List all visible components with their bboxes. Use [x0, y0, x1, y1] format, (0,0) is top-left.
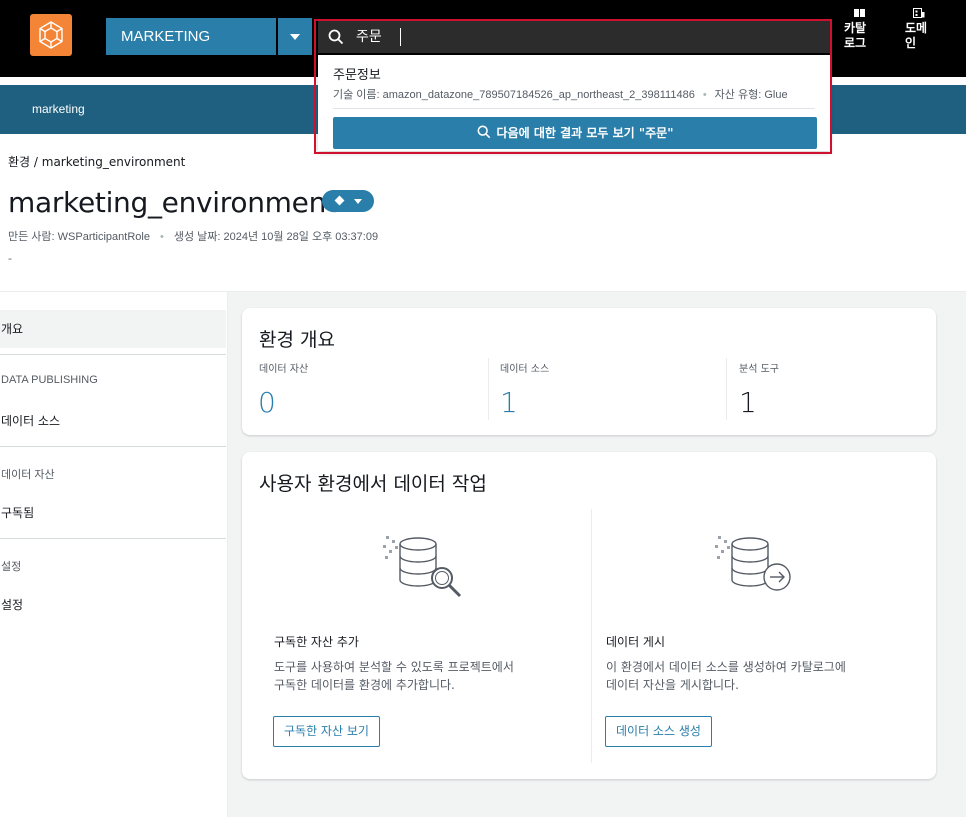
sidebar-item-settings[interactable]: 설정 — [0, 596, 226, 613]
page-description: - — [8, 252, 12, 265]
stat-divider — [488, 358, 489, 420]
sidebar: 개요 DATA PUBLISHING 데이터 소스 데이터 자산 구독됨 설정 … — [0, 292, 228, 817]
app-logo-icon-graphic — [39, 21, 63, 49]
sidebar-item-data-sources[interactable]: 데이터 소스 — [0, 412, 226, 429]
desc-line: 구독한 데이터를 환경에 추가합니다. — [274, 678, 455, 692]
catalog-label-line1: 카탈 — [844, 21, 867, 35]
desc-line: 데이터 자산을 게시합니다. — [606, 678, 739, 692]
stat-label-sources: 데이터 소스 — [500, 364, 550, 375]
domain-selector-button[interactable]: MARKETING — [106, 18, 276, 55]
publish-data-title: 데이터 게시 — [606, 635, 666, 649]
stat-label-assets: 데이터 자산 — [259, 364, 309, 375]
see-all-label: 다음에 대한 결과 모두 보기 "주문" — [496, 126, 674, 140]
breadcrumb-root[interactable]: 환경 — [8, 155, 30, 169]
stat-divider — [726, 358, 727, 420]
suggestion-technical-name: 기술 이름: amazon_datazone_789507184526_ap_n… — [333, 89, 695, 101]
desc-line: 도구를 사용하여 분석할 수 있도록 프로젝트에서 — [274, 660, 514, 674]
add-subscribed-assets-desc: 도구를 사용하여 분석할 수 있도록 프로젝트에서 구독한 데이터를 환경에 추… — [274, 658, 514, 694]
suggestion-divider — [333, 108, 815, 109]
search-input-value: 주문 — [356, 29, 382, 45]
chevron-down-icon — [354, 199, 362, 204]
add-subscribed-assets-title: 구독한 자산 추가 — [274, 635, 359, 649]
domain-label-line2: 인 — [905, 36, 917, 50]
stat-value-tools: 1 — [739, 386, 757, 419]
created-by: 만든 사람: WSParticipantRole — [8, 231, 150, 243]
sidebar-divider — [0, 538, 226, 539]
layers-icon — [334, 195, 345, 206]
sidebar-divider — [0, 354, 226, 355]
search-input[interactable]: 주문 — [318, 21, 830, 53]
environment-actions-button[interactable] — [322, 190, 374, 212]
text-cursor — [400, 28, 401, 46]
meta-separator: • — [702, 89, 707, 101]
catalog-link[interactable]: 카탈 로그 — [844, 8, 866, 51]
created-at: 생성 날짜: 2024년 10월 28일 오후 03:37:09 — [173, 231, 379, 243]
domain-selector-dropdown[interactable] — [278, 18, 312, 55]
search-icon — [477, 125, 490, 139]
sidebar-section-assets: 데이터 자산 — [1, 469, 55, 481]
breadcrumb-current: marketing_environment — [41, 155, 186, 169]
database-search-icon — [383, 536, 462, 598]
project-name[interactable]: marketing — [32, 85, 85, 134]
environment-overview-card: 환경 개요 데이터 자산 0 데이터 소스 1 분석 도구 1 — [242, 308, 936, 435]
catalog-icon — [854, 9, 865, 17]
meta-separator: • — [159, 231, 164, 243]
page-title: marketing_environment — [8, 186, 337, 219]
stat-value-sources[interactable]: 1 — [500, 386, 518, 419]
work-card-title: 사용자 환경에서 데이터 작업 — [259, 473, 487, 495]
suggestion-asset-type: 자산 유형: Glue — [714, 89, 788, 101]
database-publish-icon — [715, 536, 791, 591]
page-meta: 만든 사람: WSParticipantRole • 생성 날짜: 2024년 10… — [8, 228, 378, 244]
breadcrumb: 환경 / marketing_environment — [8, 153, 185, 170]
search-suggestions: 주문정보 기술 이름: amazon_datazone_789507184526… — [318, 55, 830, 151]
sidebar-item-overview[interactable]: 개요 — [0, 310, 226, 348]
data-work-card: 사용자 환경에서 데이터 작업 구독한 자산 추가 도구를 사용하여 분석할 수… — [242, 452, 936, 779]
breadcrumb-separator: / — [30, 155, 42, 169]
domain-link[interactable]: 도메 인 — [905, 8, 927, 51]
suggestion-meta: 기술 이름: amazon_datazone_789507184526_ap_n… — [333, 86, 822, 102]
view-subscribed-assets-button[interactable]: 구독한 자산 보기 — [273, 716, 380, 747]
stat-value-assets[interactable]: 0 — [258, 386, 276, 419]
suggestion-title[interactable]: 주문정보 — [333, 64, 381, 83]
publish-data-desc: 이 환경에서 데이터 소스를 생성하여 카탈로그에 데이터 자산을 게시합니다. — [606, 658, 846, 694]
app-logo-icon[interactable] — [30, 14, 72, 56]
chevron-down-icon — [290, 34, 300, 40]
desc-line: 이 환경에서 데이터 소스를 생성하여 카탈로그에 — [606, 660, 846, 674]
sidebar-section-settings: 설정 — [1, 561, 22, 573]
sidebar-divider — [0, 446, 226, 447]
create-data-source-button[interactable]: 데이터 소스 생성 — [605, 716, 712, 747]
domain-label-line1: 도메 — [905, 21, 928, 35]
stat-label-tools: 분석 도구 — [739, 364, 779, 375]
see-all-results-button[interactable]: 다음에 대한 결과 모두 보기 "주문" — [333, 117, 817, 149]
overview-card-title: 환경 개요 — [259, 329, 335, 351]
search-icon — [328, 29, 344, 45]
main-content: 환경 개요 데이터 자산 0 데이터 소스 1 분석 도구 1 사용자 환경에서… — [228, 292, 966, 817]
sidebar-section-publishing: DATA PUBLISHING — [1, 374, 98, 386]
domain-icon — [913, 8, 925, 18]
panel-divider — [591, 509, 592, 763]
sidebar-item-subscribed[interactable]: 구독됨 — [0, 504, 226, 521]
catalog-label-line2: 로그 — [844, 36, 867, 50]
